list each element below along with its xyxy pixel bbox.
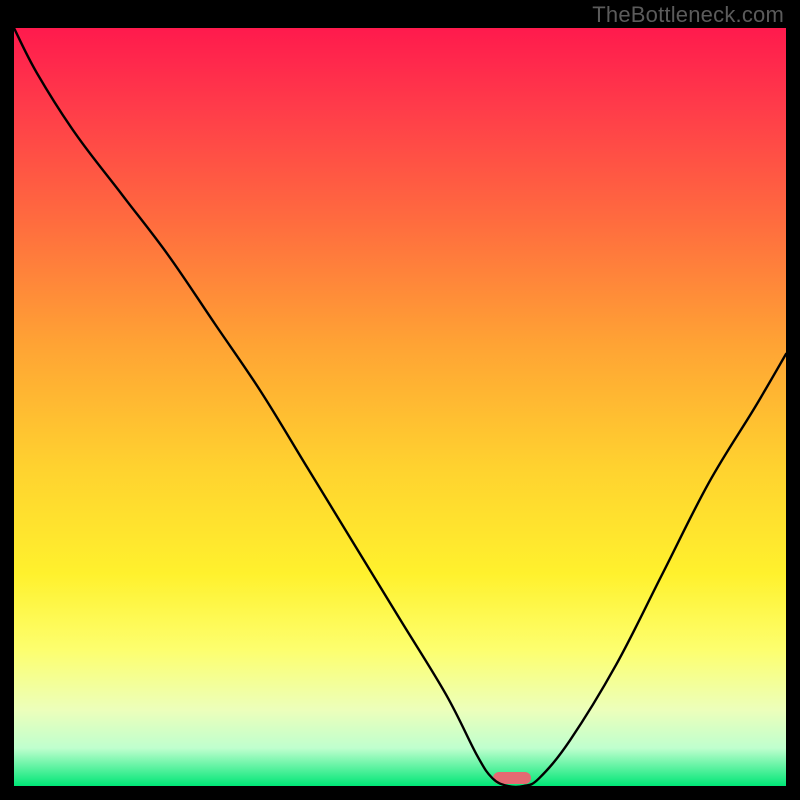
plot-area: [14, 28, 786, 786]
bottleneck-curve: [14, 28, 786, 786]
chart-frame: TheBottleneck.com: [0, 0, 800, 800]
watermark-text: TheBottleneck.com: [592, 2, 784, 28]
curve-path: [14, 28, 786, 786]
